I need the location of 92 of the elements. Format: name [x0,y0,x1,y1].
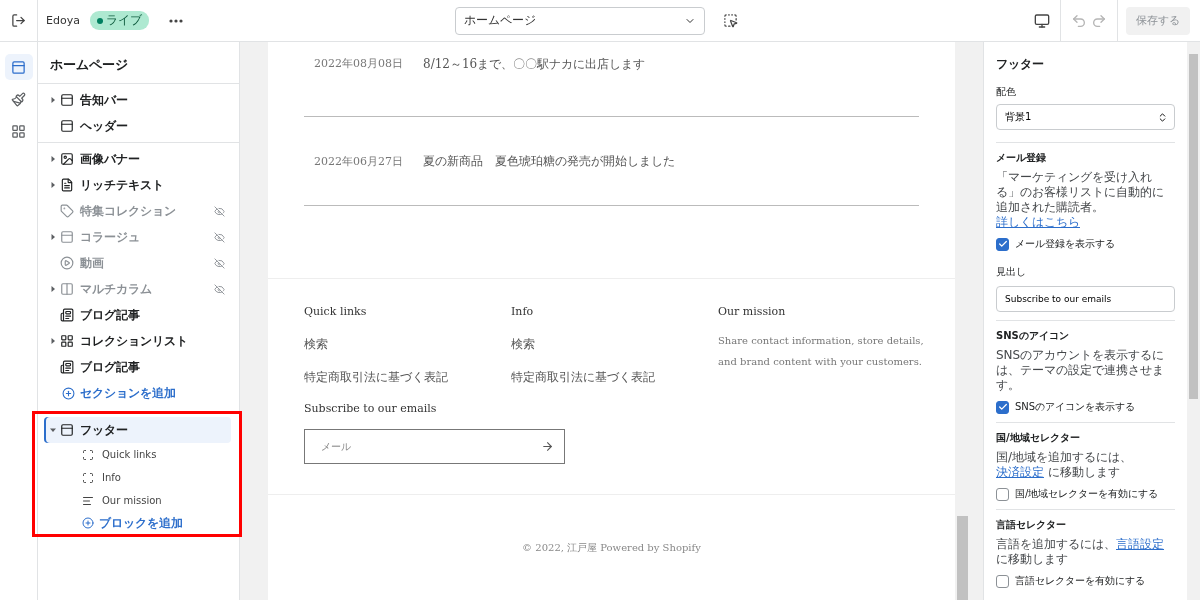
blog-icon [60,360,74,374]
block-item[interactable]: Quick links [38,443,239,466]
footer-heading: Our mission [718,305,787,318]
play-icon [60,256,74,270]
section-item[interactable]: 画像バナー [38,146,239,172]
help-text: 国/地域を追加するには、 決済設定 に移動します [996,450,1134,480]
hidden-icon [214,257,225,269]
footer-link[interactable]: 検索 [511,336,718,353]
checkbox[interactable] [996,400,1009,414]
help-text: SNSのアカウントを表示するには、テーマの設定で連携させます。 [996,348,1166,393]
block-frame-icon [82,448,94,461]
email-field[interactable]: メール [304,429,565,464]
image-icon [60,152,74,166]
section-icon [60,230,74,244]
more-icon [168,18,183,23]
sections-tab[interactable] [4,54,33,80]
group-heading: 言語セレクター [996,518,1067,532]
checkbox-row[interactable]: メール登録を表示する [996,237,1176,251]
add-section-link[interactable]: セクションを追加 [38,380,176,406]
footer-link[interactable]: 検索 [304,336,511,353]
page-select[interactable]: ホームページ [454,6,705,35]
section-item[interactable]: リッチテキスト [38,172,239,198]
field-label: 見出し [996,265,1027,279]
footer-link[interactable]: 特定商取引法に基づく表記 [304,369,511,386]
news-date: 2022年08月08日 [314,56,403,71]
panel-title: フッター [996,56,1045,73]
blog-icon [60,308,74,322]
help-link[interactable]: 詳しくはこちら [996,215,1080,229]
plus-icon [82,517,94,529]
plus-icon [62,386,75,400]
section-icon [60,93,74,107]
section-item[interactable]: ブログ記事 [38,302,239,328]
news-title[interactable]: 8/12～16まで、〇〇駅ナカに出店します [423,56,646,73]
section-icon [60,119,74,133]
block-item[interactable]: Info [38,466,239,489]
text-lines-icon [82,494,94,507]
caret-icon [50,286,56,292]
columns-icon [60,282,74,296]
group-heading: SNSのアイコン [996,329,1070,343]
group-heading: 国/地域セレクター [996,431,1081,445]
arrow-icon [541,440,554,453]
section-item[interactable]: ヘッダー [38,113,239,139]
caret-icon [50,234,56,240]
heading-input[interactable]: Subscribe to our emails [996,286,1176,312]
status-badge: ライブ [89,11,149,30]
sections-icon [11,59,26,75]
help-link[interactable]: 決済設定 [996,465,1044,479]
help-text: 「マーケティングを受け入れる」のお客様リストに自動的に追加された購読者。 詳しくはこちら [996,170,1165,230]
checkbox[interactable] [996,574,1009,588]
tag-icon [60,204,74,218]
caret-icon [50,156,56,162]
brush-icon [11,91,26,107]
color-scheme-select[interactable]: 背景1 [996,104,1176,130]
block-item[interactable]: Our mission [38,489,239,512]
subscribe-heading: Subscribe to our emails [304,402,438,415]
section-item[interactable]: 告知バー [38,87,239,113]
checkbox[interactable] [996,237,1009,251]
exit-button[interactable] [9,11,28,30]
hidden-icon [214,283,225,295]
scrollbar-thumb[interactable] [957,516,968,600]
scrollbar-thumb[interactable] [1189,54,1198,399]
caret-icon [50,182,56,188]
store-name: Edoya [46,14,80,27]
field-label: 配色 [996,85,1017,99]
news-title[interactable]: 夏の新商品 夏色琥珀糖の発売が開始しました [423,152,675,170]
footer-heading: Quick links [304,305,368,318]
hidden-icon [214,205,225,217]
apps-icon [11,123,26,139]
add-block-link[interactable]: ブロックを追加 [38,512,183,534]
mission-text: Share contact information, store details, and brand content with your customers. [718,334,925,369]
news-date: 2022年06月27日 [314,153,403,169]
block-frame-icon [82,471,94,484]
group-heading: メール登録 [996,151,1047,165]
section-item[interactable]: ブログ記事 [38,354,239,380]
footer-link[interactable]: 特定商取引法に基づく表記 [511,369,718,386]
caret-icon [50,427,56,433]
caret-icon [50,97,56,103]
text-icon [60,178,74,192]
grid-icon [60,334,74,348]
help-link[interactable]: 言語設定 [1116,537,1164,551]
sidebar-title: ホームページ [38,42,239,84]
checkbox-row[interactable]: 言語セレクターを有効にする [996,574,1176,588]
footer-heading: Info [511,305,535,318]
checkbox-row[interactable]: 国/地域セレクターを有効にする [996,487,1176,501]
section-item[interactable]: コレクションリスト [38,328,239,354]
footer-section-item[interactable]: フッター [44,417,231,443]
help-text: 言語を追加するには、言語設定 に移動します [996,537,1165,567]
checkbox-row[interactable]: SNSのアイコンを表示する [996,400,1176,414]
caret-icon [50,338,56,344]
hidden-icon [214,231,225,243]
checkbox[interactable] [996,487,1009,501]
section-icon [60,423,74,437]
